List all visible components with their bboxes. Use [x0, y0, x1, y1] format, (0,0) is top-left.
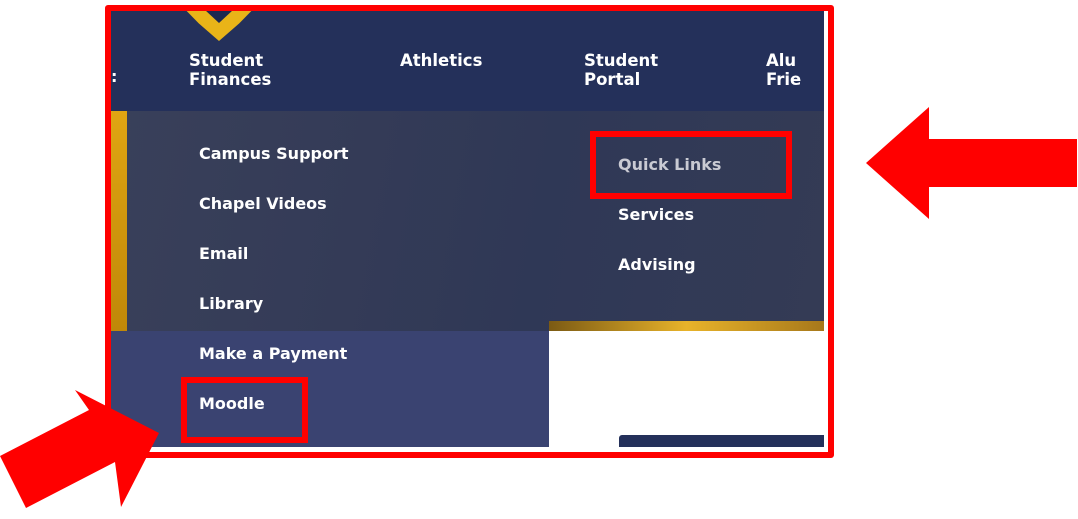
- annotation-arrow-up-right-icon: [0, 390, 159, 508]
- annotation-arrow-left-icon: [866, 107, 1077, 219]
- annotation-highlight-moodle: [181, 377, 308, 443]
- annotation-highlight-quick-links: [590, 131, 792, 199]
